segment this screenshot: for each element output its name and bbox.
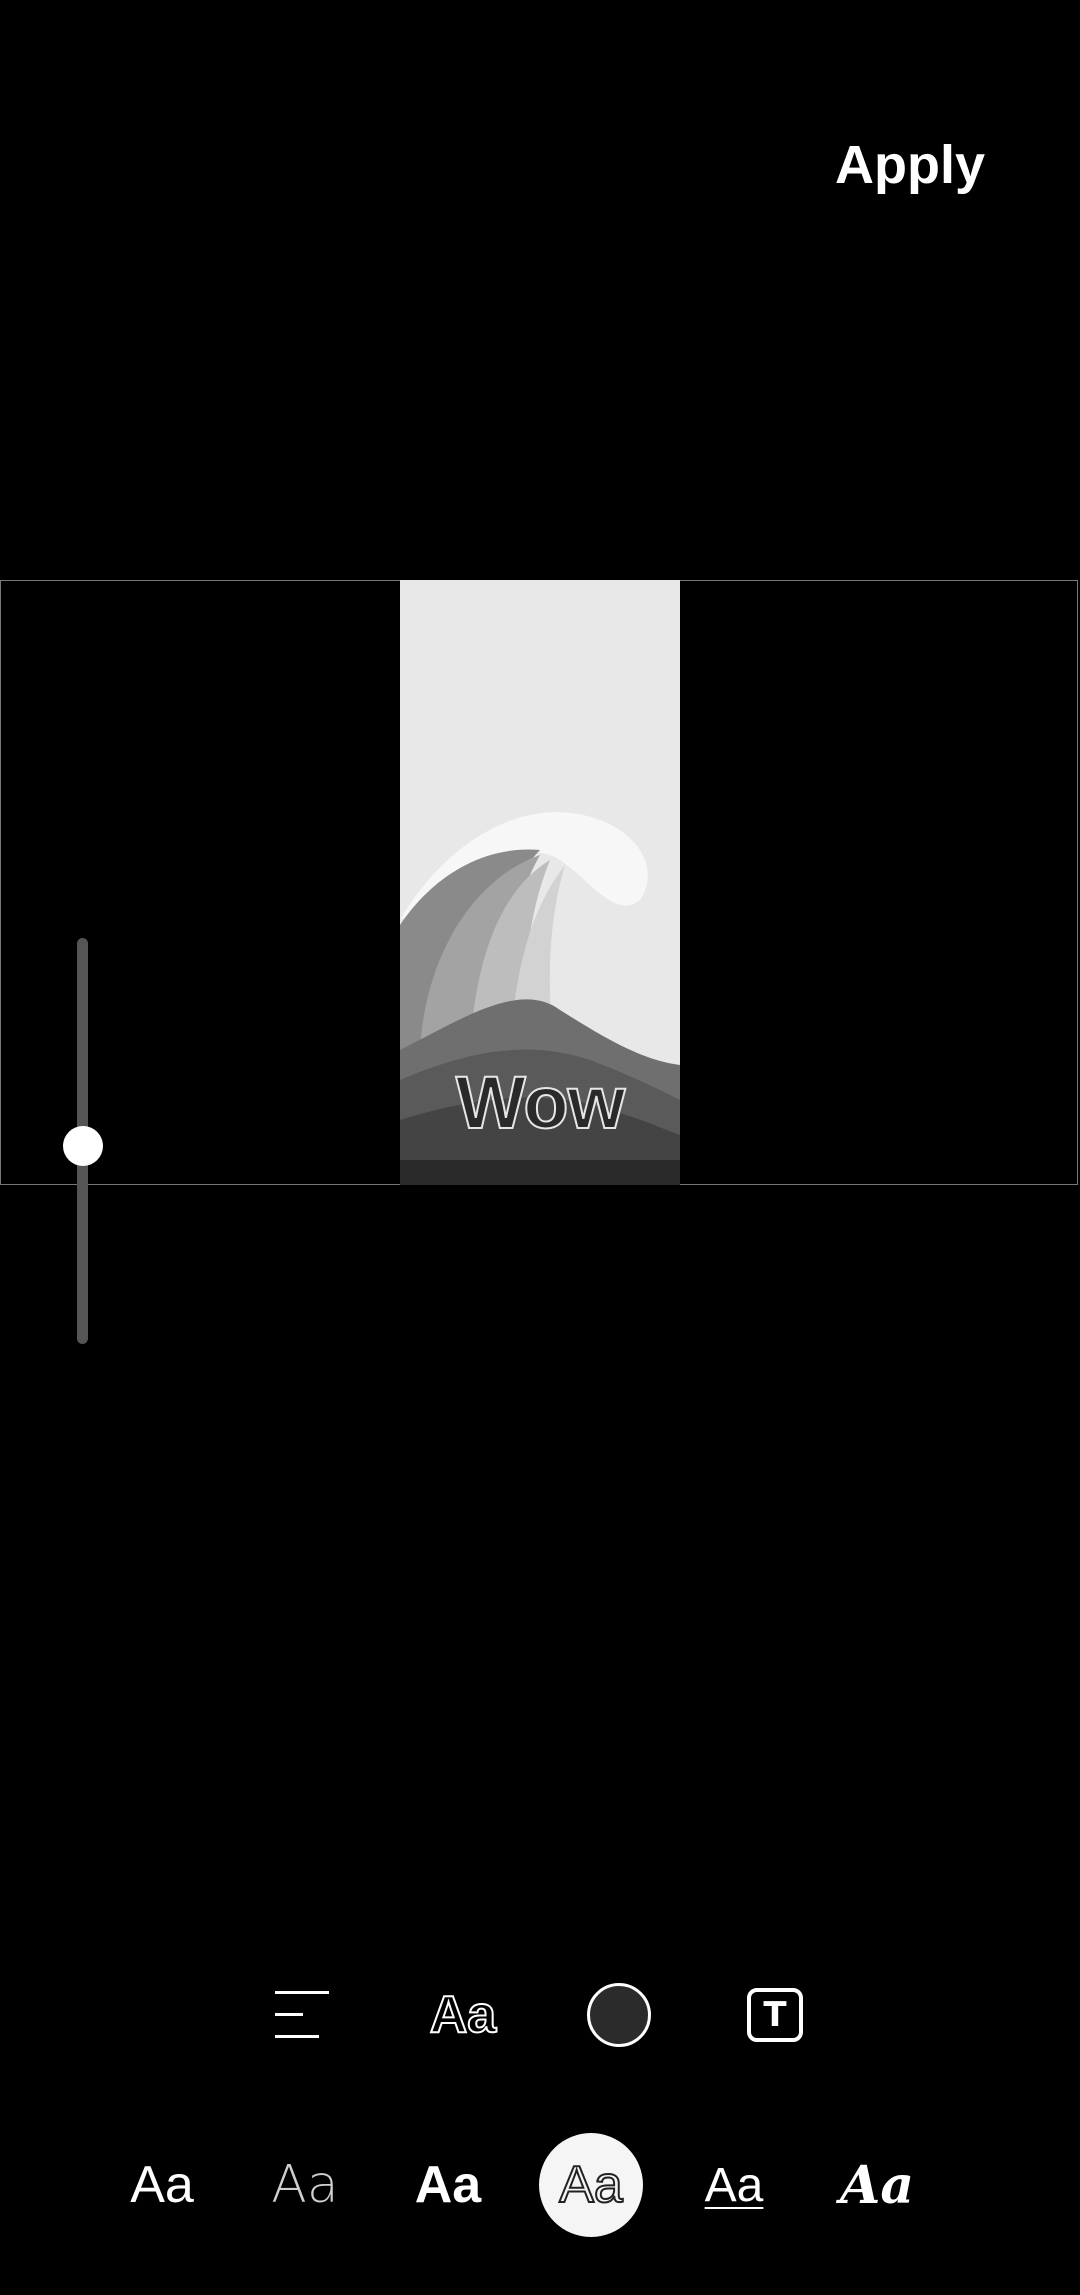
font-style-bold[interactable]: Aa	[393, 2135, 503, 2235]
apply-button[interactable]: Apply	[820, 125, 1000, 205]
align-left-icon[interactable]	[258, 1970, 348, 2060]
image-preview[interactable]: Wow	[400, 580, 680, 1185]
text-outline-style-icon[interactable]: Aa	[418, 1970, 508, 2060]
text-background-icon[interactable]: T	[730, 1970, 820, 2060]
color-circle-icon[interactable]	[574, 1970, 664, 2060]
text-box-frame: T	[747, 1988, 803, 2042]
overlay-text[interactable]: Wow	[400, 1060, 680, 1145]
font-style-bold-italic[interactable]: Aa	[822, 2135, 932, 2235]
slider-thumb[interactable]	[63, 1126, 103, 1166]
font-style-thin[interactable]: Aa	[250, 2135, 360, 2235]
font-style-outline[interactable]: Aa	[539, 2133, 643, 2237]
font-style-underline[interactable]: Aa	[679, 2135, 789, 2235]
font-style-regular[interactable]: Aa	[107, 2135, 217, 2235]
color-swatch	[587, 1983, 651, 2047]
